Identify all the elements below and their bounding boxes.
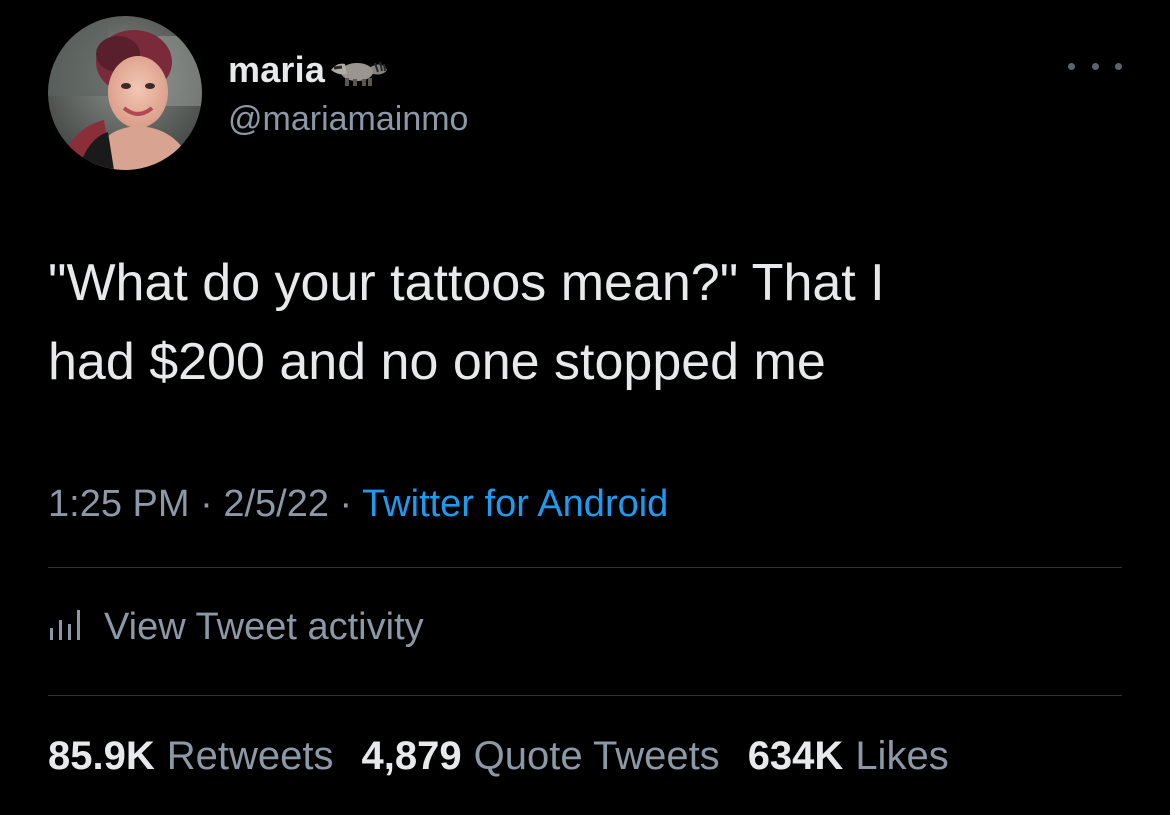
analytics-bars-icon (48, 608, 82, 647)
author-name-row[interactable]: maria (228, 48, 389, 92)
view-tweet-activity-label: View Tweet activity (104, 605, 424, 648)
quote-tweets-stat[interactable]: 4,879 Quote Tweets (362, 728, 720, 784)
more-dot (1068, 62, 1075, 70)
more-options-button[interactable] (1068, 52, 1122, 80)
raccoon-icon (329, 54, 389, 93)
meta-separator: · (189, 483, 224, 525)
quote-tweets-label: Quote Tweets (473, 734, 720, 778)
likes-stat[interactable]: 634K Likes (748, 728, 949, 784)
tweet-source-link[interactable]: Twitter for Android (362, 483, 668, 525)
divider (48, 567, 1122, 568)
quote-tweets-count: 4,879 (361, 734, 462, 778)
user-handle[interactable]: @mariamainmo (228, 100, 468, 139)
more-dot (1115, 62, 1122, 70)
tweet-time[interactable]: 1:25 PM (48, 483, 190, 525)
tweet-date[interactable]: 2/5/22 (223, 483, 329, 525)
engagement-stats: 85.9K Retweets 4,879 Quote Tweets 634K L… (48, 728, 977, 784)
retweets-label: Retweets (166, 734, 334, 778)
display-name[interactable]: maria (228, 49, 325, 91)
more-dot (1091, 62, 1099, 70)
tweet-meta: 1:25 PM · 2/5/22 · Twitter for Android (48, 478, 668, 530)
divider (48, 695, 1122, 696)
tweet-text: "What do your tattoos mean?" That I had … (48, 254, 885, 391)
meta-separator: · (328, 483, 363, 525)
likes-label: Likes (855, 734, 949, 778)
avatar[interactable] (48, 16, 202, 170)
likes-count: 634K (747, 734, 844, 778)
retweets-count: 85.9K (48, 734, 155, 778)
view-tweet-activity-button[interactable]: View Tweet activity (48, 600, 424, 654)
retweets-stat[interactable]: 85.9K Retweets (48, 728, 334, 784)
